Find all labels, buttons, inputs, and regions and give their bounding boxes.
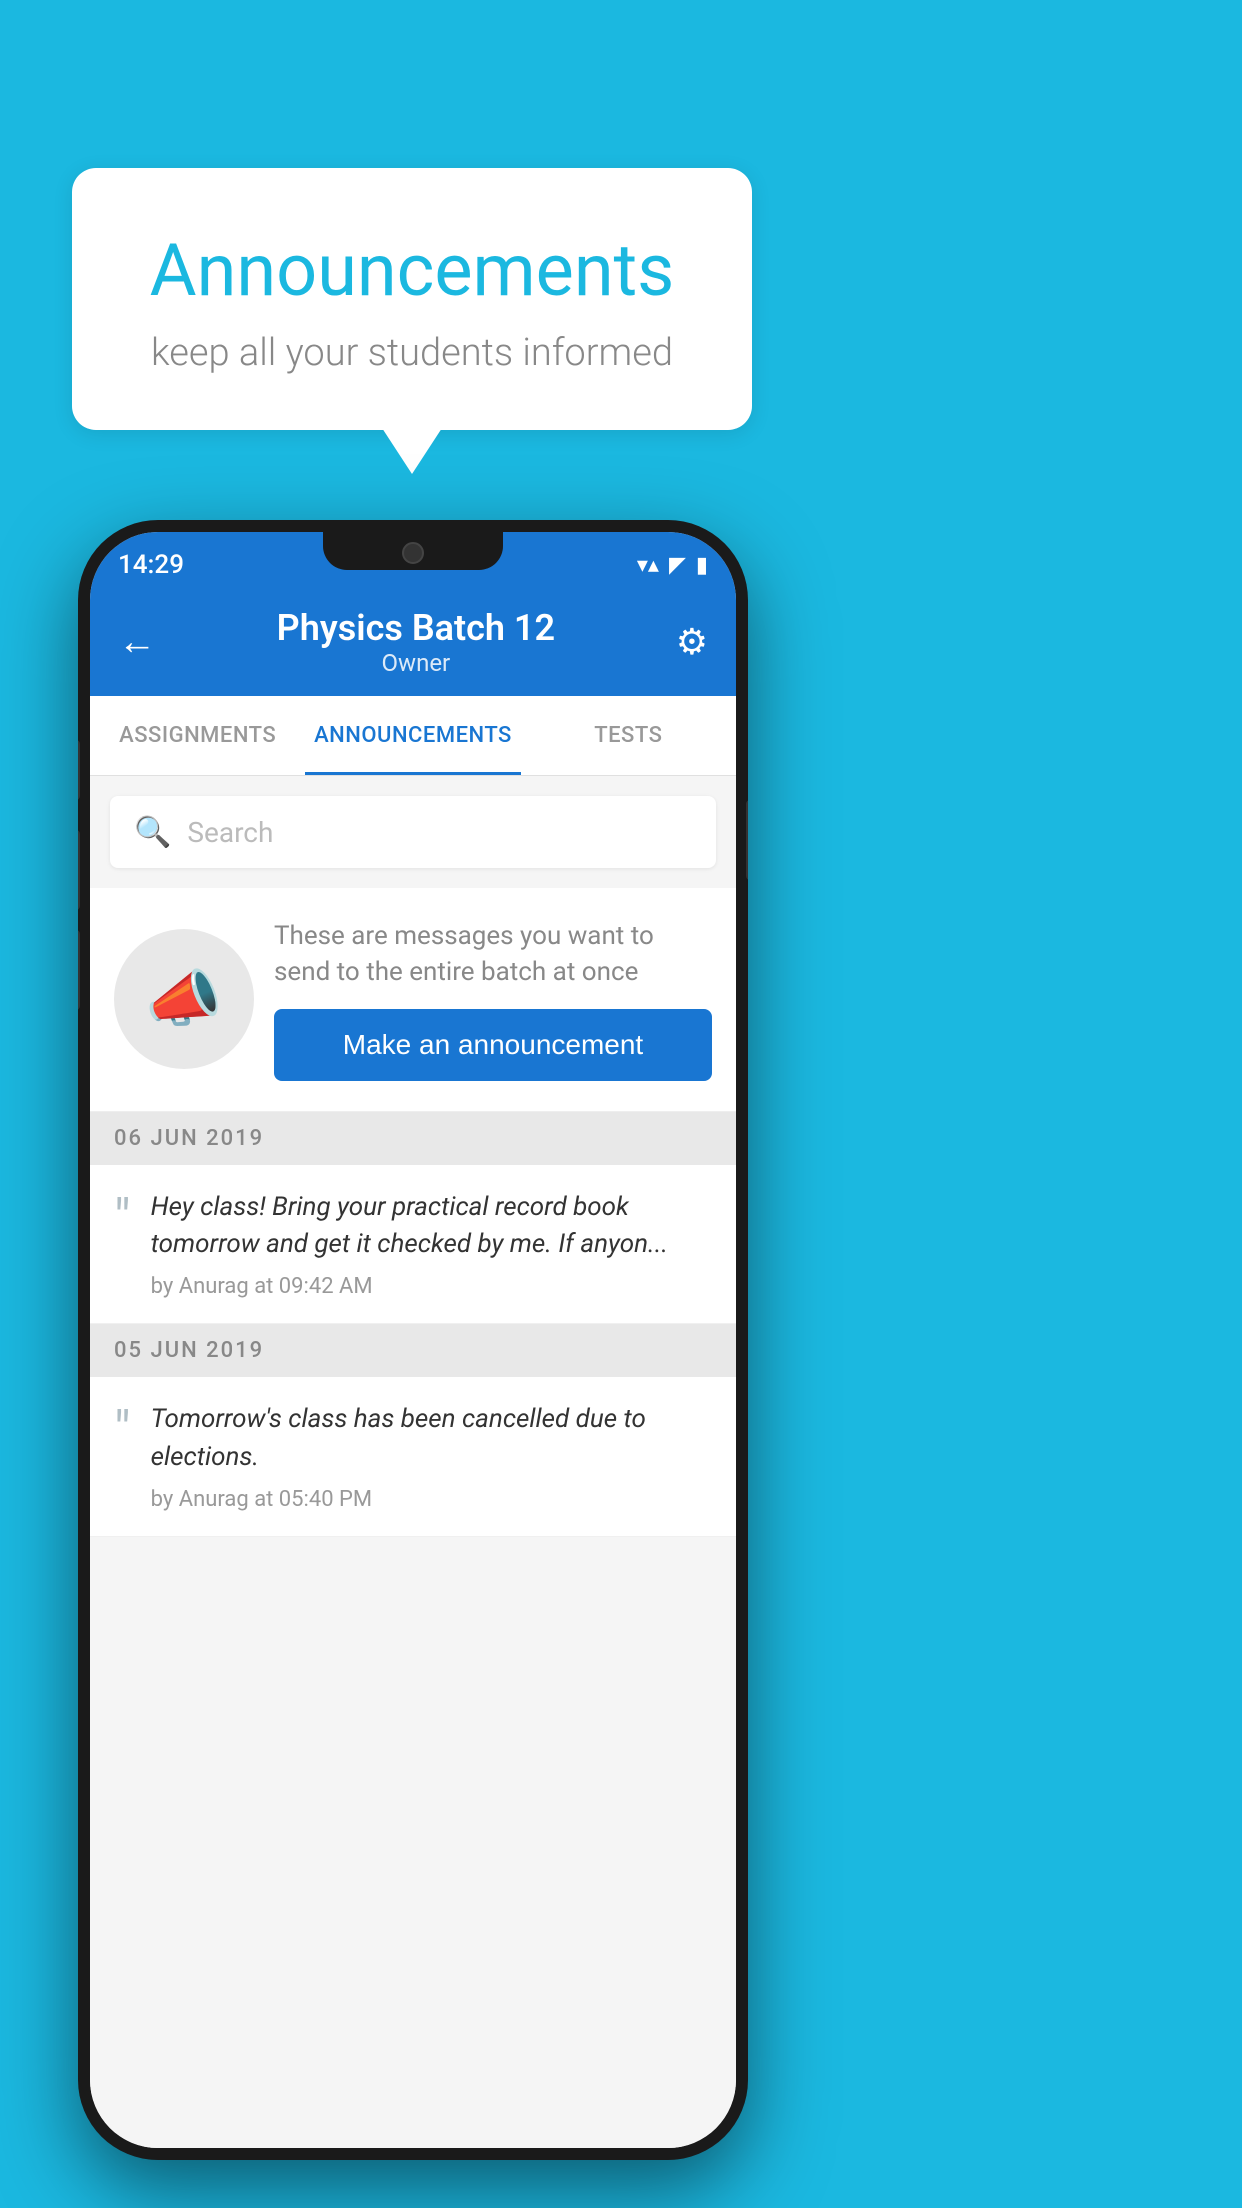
announcement-item-2[interactable]: " Tomorrow's class has been cancelled du… (90, 1377, 736, 1536)
announcement-text-2: Tomorrow's class has been cancelled due … (151, 1401, 712, 1476)
app-header: ← Physics Batch 12 Owner ⚙ (90, 588, 736, 696)
status-time: 14:29 (118, 550, 184, 580)
phone-mockup: 14:29 ▾▴ ◤ ▮ ← Physics Batch 12 Owner ⚙ (78, 520, 748, 2160)
screen-content: 🔍 Search 📣 These are messages you want t… (90, 776, 736, 2148)
back-button[interactable]: ← (118, 620, 156, 664)
bubble-subtitle: keep all your students informed (112, 331, 712, 375)
volume-up-button (78, 830, 80, 910)
volume-down-button (78, 930, 80, 1010)
date-separator-2: 05 JUN 2019 (90, 1324, 736, 1377)
bubble-title: Announcements (112, 228, 712, 313)
date-separator-1: 06 JUN 2019 (90, 1112, 736, 1165)
announcement-content-1: Hey class! Bring your practical record b… (151, 1189, 712, 1299)
signal-icon: ◤ (669, 553, 686, 578)
promo-content: These are messages you want to send to t… (274, 918, 712, 1081)
tab-tests[interactable]: TESTS (521, 696, 736, 775)
wifi-icon: ▾▴ (637, 553, 659, 578)
settings-icon[interactable]: ⚙ (676, 621, 708, 663)
announcement-meta-2: by Anurag at 05:40 PM (151, 1487, 712, 1512)
announcement-text-1: Hey class! Bring your practical record b… (151, 1189, 712, 1264)
announcement-promo: 📣 These are messages you want to send to… (90, 888, 736, 1112)
header-center: Physics Batch 12 Owner (277, 607, 555, 677)
status-icons: ▾▴ ◤ ▮ (637, 553, 708, 578)
quote-icon-2: " (114, 1405, 131, 1457)
search-bar[interactable]: 🔍 Search (110, 796, 716, 868)
user-role: Owner (277, 649, 555, 677)
camera (402, 542, 424, 564)
notch (323, 532, 503, 570)
make-announcement-button[interactable]: Make an announcement (274, 1009, 712, 1081)
promo-description: These are messages you want to send to t… (274, 918, 712, 991)
battery-icon: ▮ (696, 553, 708, 578)
announcement-item-1[interactable]: " Hey class! Bring your practical record… (90, 1165, 736, 1324)
announcement-content-2: Tomorrow's class has been cancelled due … (151, 1401, 712, 1511)
batch-name: Physics Batch 12 (277, 607, 555, 649)
search-placeholder: Search (187, 816, 273, 849)
phone-screen: 14:29 ▾▴ ◤ ▮ ← Physics Batch 12 Owner ⚙ (90, 532, 736, 2148)
tabs-bar: ASSIGNMENTS ANNOUNCEMENTS TESTS (90, 696, 736, 776)
power-button (746, 800, 748, 880)
search-icon: 🔍 (134, 815, 171, 850)
tab-assignments[interactable]: ASSIGNMENTS (90, 696, 305, 775)
speech-bubble: Announcements keep all your students inf… (72, 168, 752, 430)
volume-silent-button (78, 740, 80, 800)
quote-icon-1: " (114, 1193, 131, 1245)
tab-announcements[interactable]: ANNOUNCEMENTS (305, 696, 520, 775)
megaphone-icon: 📣 (145, 963, 222, 1036)
promo-icon-circle: 📣 (114, 929, 254, 1069)
phone-outer: 14:29 ▾▴ ◤ ▮ ← Physics Batch 12 Owner ⚙ (78, 520, 748, 2160)
announcement-meta-1: by Anurag at 09:42 AM (151, 1274, 712, 1299)
